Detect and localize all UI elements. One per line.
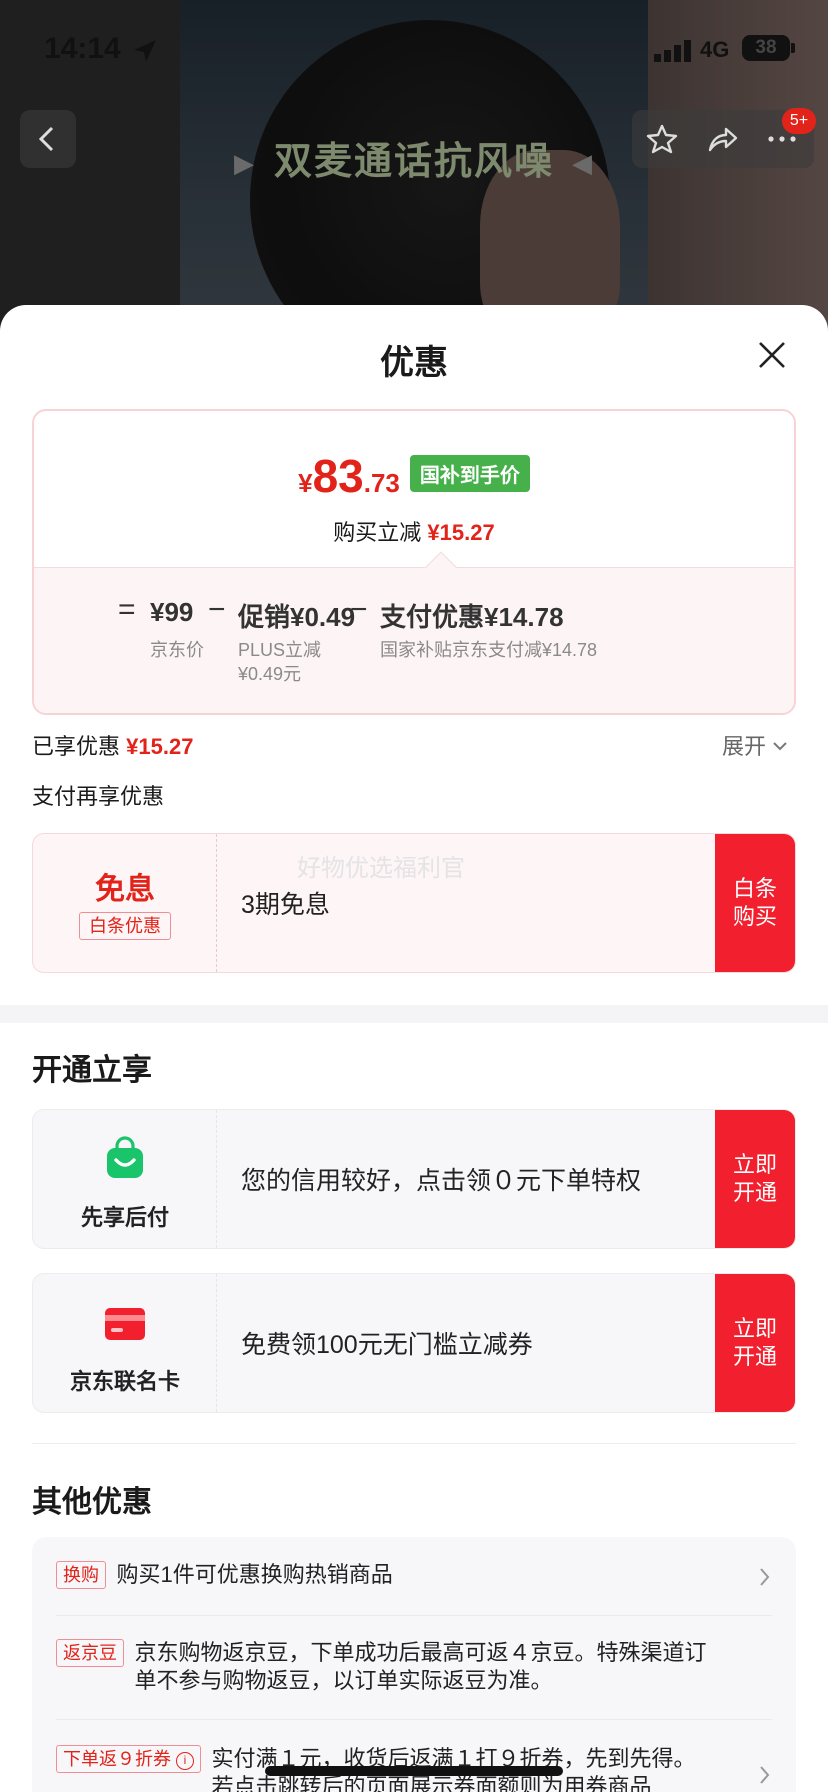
equals-sign: = [118,593,136,626]
chevron-right-icon[interactable] [758,1763,772,1787]
close-icon[interactable] [754,337,790,373]
location-arrow-icon [134,40,156,62]
offer-label: 先享后付 [80,1205,169,1230]
offer-tag: 下单返９折券 i [56,1745,202,1773]
home-indicator [265,1766,563,1776]
chevron-right-icon[interactable] [758,1565,772,1589]
list-item[interactable]: 换购 购买1件可优惠换购热销商品 [56,1561,772,1589]
offer-text: 您的信用较好，点击领０元下单特权 [241,1167,642,1195]
offer-tag: 返京豆 [56,1639,124,1667]
interest-free-title: 免息 [95,873,155,906]
promo-discount: 促销¥0.49 [238,602,356,632]
discount-sheet: 优惠 ¥83.73 国补到手价 购买立减 ¥15.27 = ¥99 京东价 − 促… [0,305,828,1792]
battery-icon: 38 [742,35,790,61]
offer-text: 3期免息 [241,891,330,919]
shopping-bag-icon [107,1136,143,1178]
other-offers-list: 换购 购买1件可优惠换购热销商品 返京豆 京东购物返京豆，下单成功后最高可返４京… [32,1537,796,1792]
open-now-button[interactable]: 立即开通 [715,1110,795,1248]
promo-sub-label: PLUS立减 [238,640,322,660]
open-section-title: 开通立享 [32,1054,152,1087]
status-time: 14:14 [44,32,121,65]
open-now-button[interactable]: 立即开通 [715,1274,795,1412]
section-divider [0,1005,828,1023]
final-price: ¥83.73 国补到手价 [34,449,794,503]
pay-discount-detail: 国家补贴京东支付减¥14.78 [380,640,598,660]
baitiao-buy-button[interactable]: 白条购买 [715,834,795,972]
jd-price: ¥99 [150,597,194,627]
minus-sign: − [350,593,368,626]
signal-icon [654,40,691,62]
price-breakdown-card: ¥83.73 国补到手价 购买立减 ¥15.27 = ¥99 京东价 − 促销¥0… [32,409,796,715]
share-icon[interactable] [706,124,738,154]
baitiao-tag: 白条优惠 [79,912,171,940]
offer-text: 免费领100元无门槛立减券 [241,1331,533,1359]
back-button[interactable] [20,110,76,168]
open-offer-card[interactable]: 先享后付 您的信用较好，点击领０元下单特权 立即开通 [32,1109,796,1249]
notification-badge: 5+ [782,108,816,134]
minus-sign: − [208,593,226,626]
expand-toggle[interactable]: 展开 [722,729,788,761]
credit-card-icon [105,1308,145,1340]
section-divider [32,1443,796,1444]
pay-again-label: 支付再享优惠 [32,784,165,809]
open-offer-card[interactable]: 京东联名卡 免费领100元无门槛立减券 立即开通 [32,1273,796,1413]
baitiao-offer-card[interactable]: 免息 白条优惠 好物优选福利官 3期免息 白条购买 [32,833,796,973]
promo-sub-amount: ¥0.49元 [238,664,302,684]
jd-price-label: 京东价 [150,640,204,660]
list-item[interactable]: 返京豆 京东购物返京豆，下单成功后最高可返４京豆。特殊渠道订 单不参与购物返豆，以… [56,1639,772,1695]
other-section-title: 其他优惠 [32,1486,152,1519]
offer-tag: 换购 [56,1561,106,1589]
chevron-left-icon [38,126,54,152]
network-type: 4G [700,37,730,62]
info-icon[interactable]: i [176,1752,195,1770]
buy-discount-line: 购买立减 ¥15.27 [333,520,495,545]
offer-label: 京东联名卡 [69,1369,180,1394]
enjoyed-discount: 已享优惠 ¥15.27 [32,734,194,759]
subsidy-price-tag: 国补到手价 [409,455,530,492]
star-icon[interactable] [646,124,678,154]
pay-discount: 支付优惠¥14.78 [380,602,564,632]
sheet-title: 优惠 [380,344,448,382]
chevron-down-icon [773,742,787,751]
status-bar: 14:14 4G 38 [0,30,828,70]
